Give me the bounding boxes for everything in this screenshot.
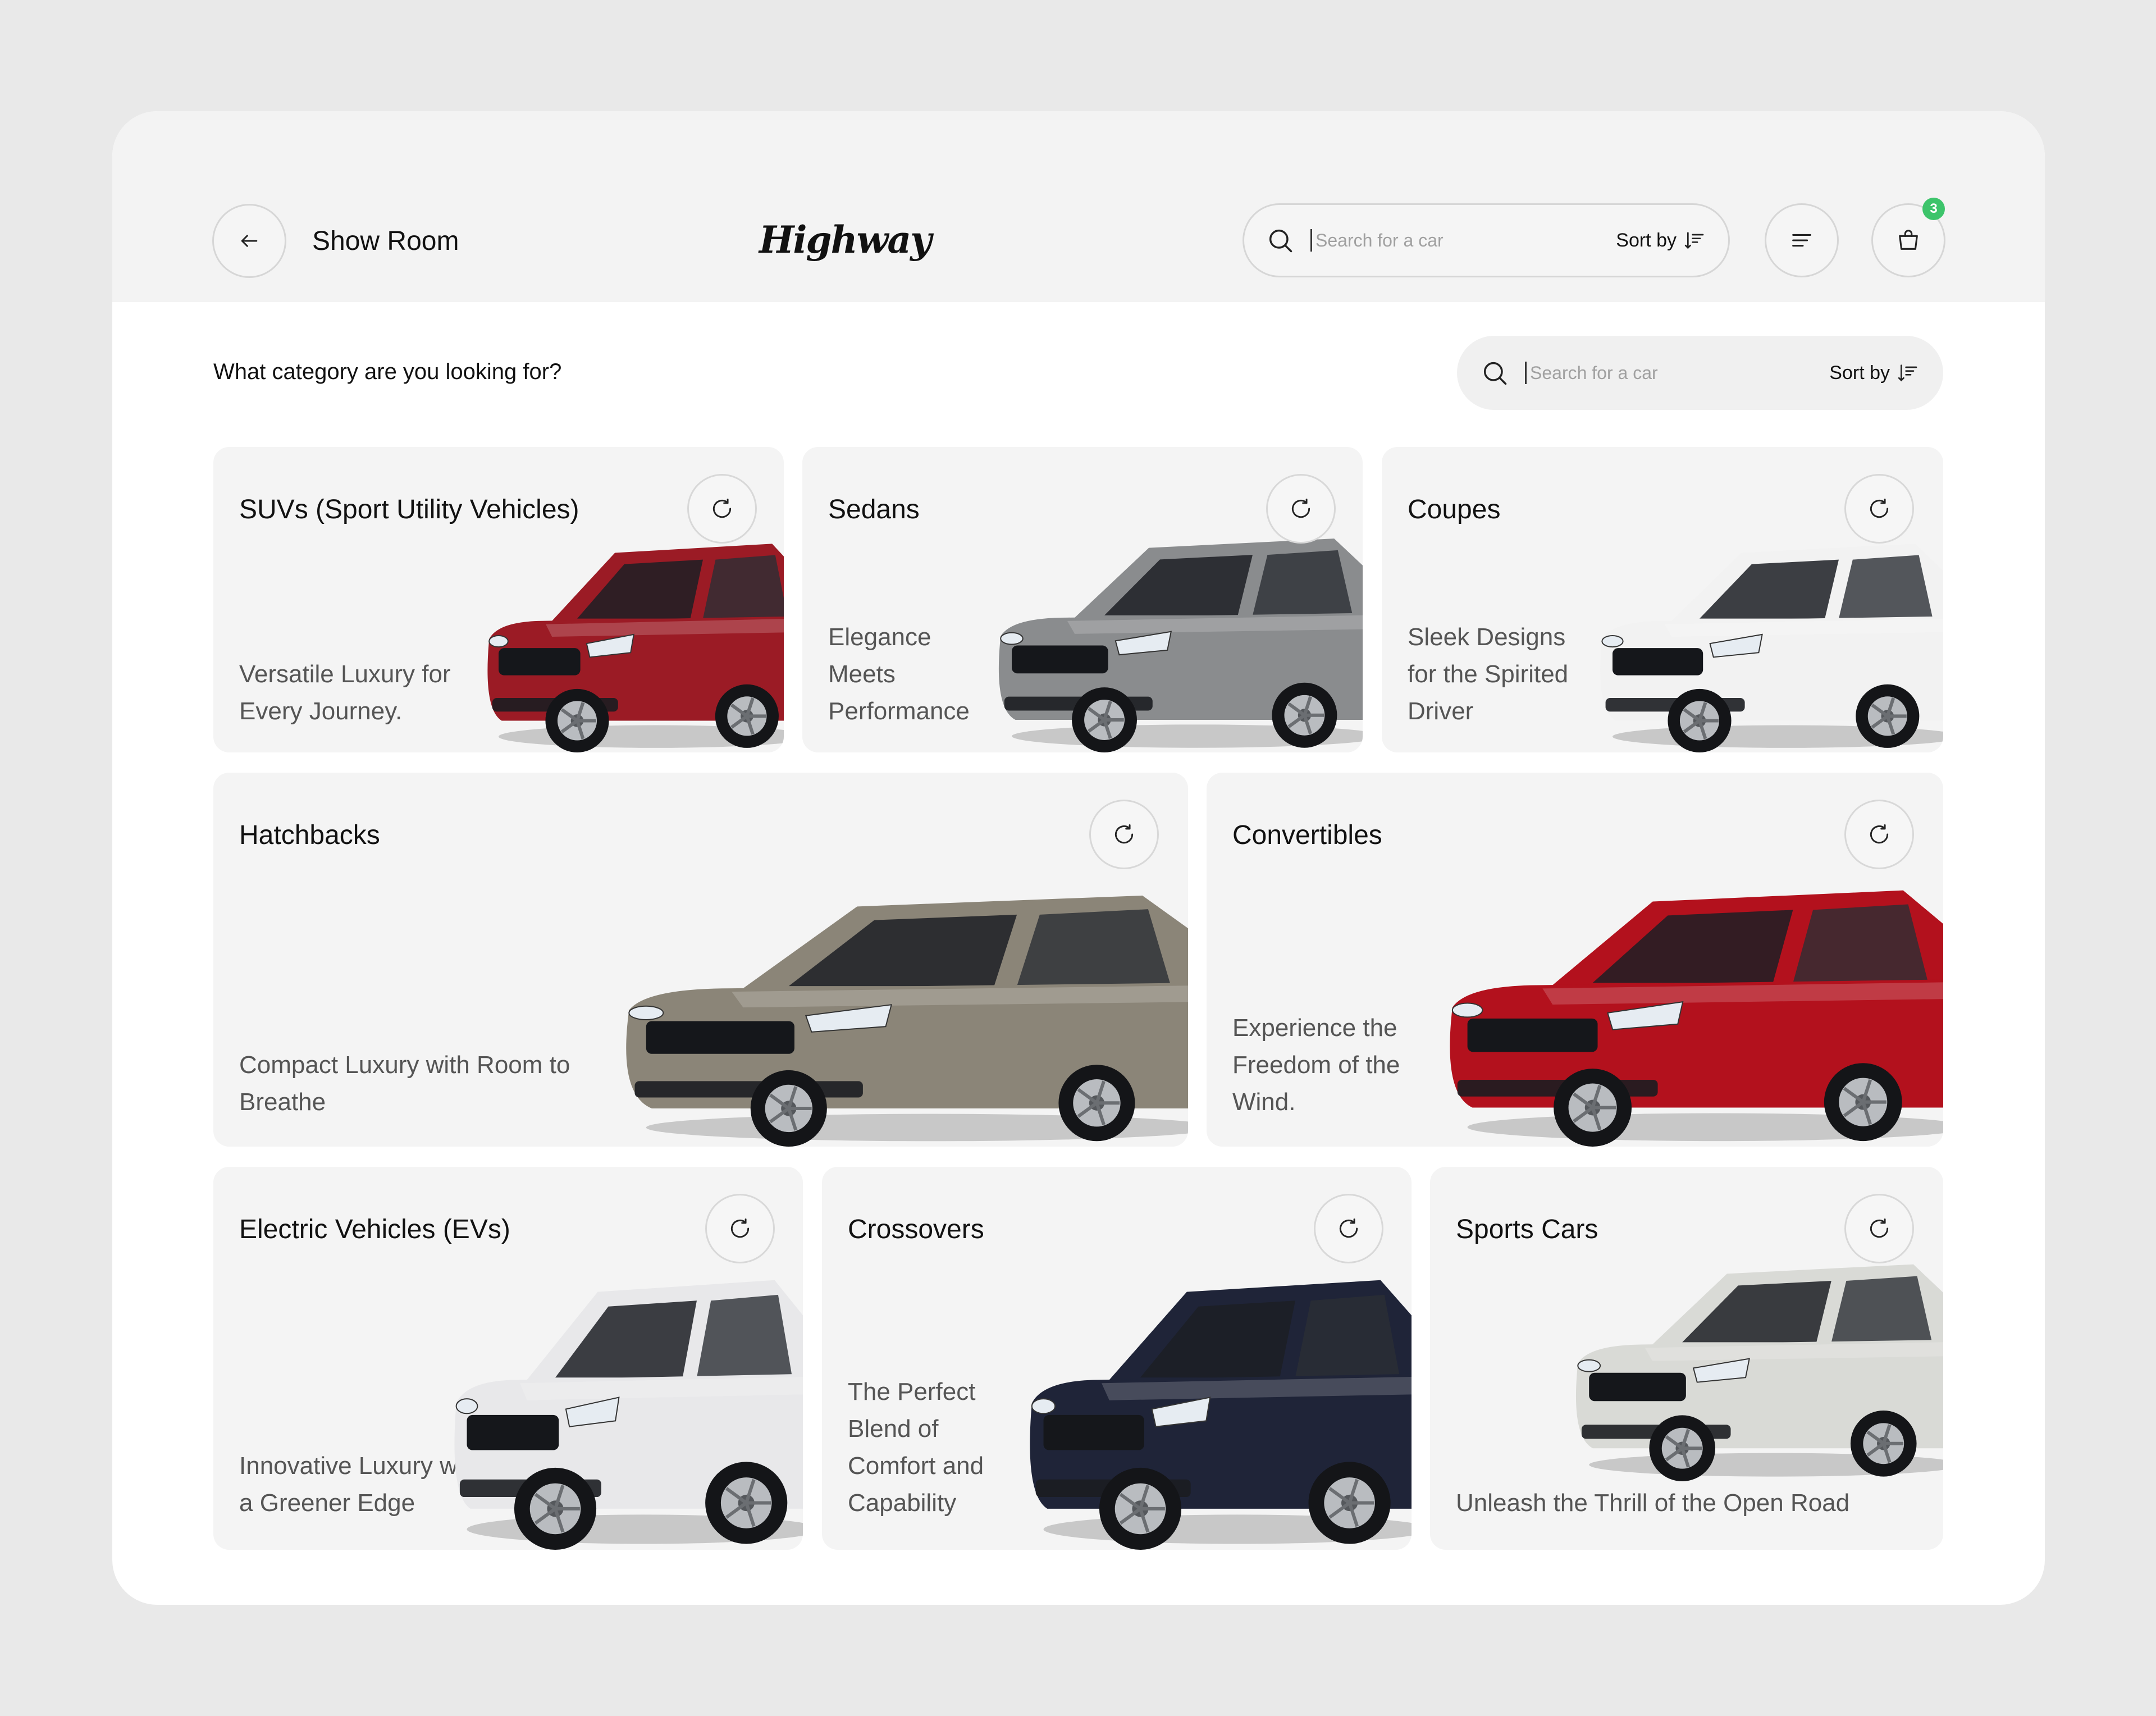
category-description: Versatile Luxury for Every Journey. [239, 660, 451, 725]
category-card-sports-cars[interactable]: Sports Cars Unleash the Thrill of the Op… [1430, 1167, 1943, 1550]
highway-logo[interactable]: Highway [759, 218, 931, 262]
category-card-convertibles[interactable]: Convertibles Experience the Freedom of t… [1207, 773, 1943, 1147]
category-card-sedans[interactable]: Sedans Elegance Meets Performance [802, 447, 1363, 752]
category-card-suvs[interactable]: SUVs (Sport Utility Vehicles) Versatile … [213, 447, 784, 752]
category-title: Sports Cars [1456, 1215, 1598, 1244]
refresh-button[interactable] [1266, 474, 1336, 544]
category-description: Unleash the Thrill of the Open Road [1456, 1489, 1850, 1517]
category-title: SUVs (Sport Utility Vehicles) [239, 495, 579, 524]
category-title: Electric Vehicles (EVs) [239, 1215, 510, 1244]
category-question: What category are you looking for? [213, 359, 562, 384]
hatchback-car-image [626, 895, 1188, 1147]
sort-by-button[interactable]: Sort by [1829, 362, 1890, 384]
refresh-button[interactable] [1314, 1194, 1383, 1263]
search-icon [1483, 362, 1507, 385]
category-card-coupes[interactable]: Coupes Sleek Designs for the Spirited Dr… [1382, 447, 1943, 752]
coupe-car-image [1600, 544, 1943, 752]
arrow-left-icon [241, 235, 258, 247]
menu-button[interactable] [1765, 203, 1839, 277]
refresh-button[interactable] [1844, 1194, 1914, 1263]
sort-by-button[interactable]: Sort by [1616, 230, 1677, 252]
category-card-evs[interactable]: Electric Vehicles (EVs) Innovative Luxur… [213, 1167, 803, 1550]
crossover-car-image [1030, 1280, 1412, 1550]
category-title: Convertibles [1232, 820, 1382, 850]
category-description: The Perfect Blend of Comfort and Capabil… [848, 1378, 984, 1517]
header-search-bar[interactable]: Search for a car Sort by [1243, 203, 1730, 277]
category-description: Experience the Freedom of the Wind. [1232, 1014, 1400, 1116]
category-title: Coupes [1408, 495, 1501, 524]
cart-count-badge: 3 [1922, 198, 1945, 220]
ev-car-image [454, 1280, 803, 1550]
refresh-button[interactable] [1844, 800, 1914, 869]
refresh-icon [712, 499, 732, 518]
sports-car-image [1575, 1264, 1943, 1481]
category-description: Compact Luxury with Room to Breathe [239, 1051, 570, 1116]
refresh-icon [1339, 1218, 1358, 1238]
category-title: Crossovers [848, 1215, 984, 1244]
sort-icon[interactable] [1683, 229, 1706, 252]
refresh-button[interactable] [1089, 800, 1159, 869]
suv-car-image [487, 544, 784, 752]
refresh-icon [1114, 824, 1134, 844]
convertible-car-image [1450, 890, 1943, 1147]
search-input[interactable]: Search for a car [1315, 230, 1616, 251]
category-search-input[interactable]: Search for a car [1530, 363, 1829, 384]
search-icon [1269, 229, 1292, 253]
back-button[interactable] [212, 204, 286, 278]
app-window: Show Room Highway Search for a car Sort … [112, 111, 2045, 1605]
text-caret [1525, 362, 1527, 384]
refresh-icon [1870, 824, 1889, 844]
text-caret [1310, 229, 1312, 252]
category-title: Hatchbacks [239, 820, 380, 850]
sedan-car-image [998, 538, 1363, 752]
shopping-bag-icon [1899, 230, 1918, 250]
refresh-button[interactable] [1844, 474, 1914, 544]
refresh-icon [1870, 499, 1889, 518]
refresh-icon [1870, 1218, 1889, 1238]
category-title: Sedans [828, 495, 920, 524]
menu-icon [1792, 234, 1811, 247]
refresh-icon [1291, 499, 1310, 518]
category-card-hatchbacks[interactable]: Hatchbacks Compact Luxury with Room to B… [213, 773, 1188, 1147]
refresh-button[interactable] [705, 1194, 775, 1263]
refresh-icon [730, 1218, 750, 1238]
top-bar [112, 111, 2045, 302]
category-description: Elegance Meets Performance [828, 623, 970, 725]
sort-icon[interactable] [1897, 362, 1919, 384]
category-card-crossovers[interactable]: Crossovers The Perfect Blend of Comfort … [822, 1167, 1412, 1550]
page-title: Show Room [312, 226, 459, 256]
refresh-button[interactable] [687, 474, 757, 544]
category-description: Sleek Designs for the Spirited Driver [1408, 623, 1569, 725]
category-search-bar[interactable]: Search for a car Sort by [1457, 336, 1943, 410]
